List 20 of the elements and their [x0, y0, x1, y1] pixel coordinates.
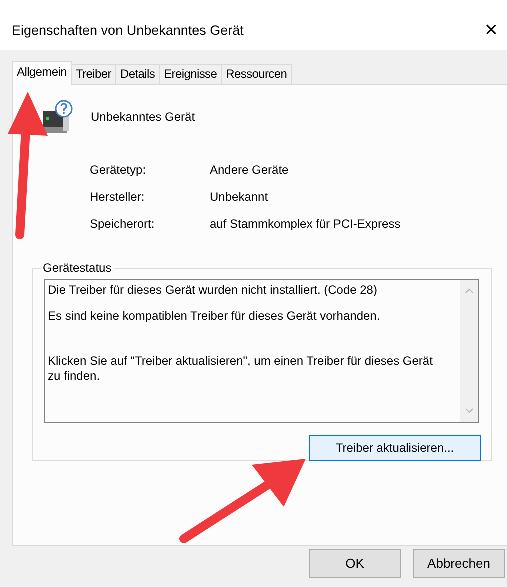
group-label: Gerätestatus [42, 261, 113, 275]
scroll-bar[interactable] [460, 280, 478, 422]
device-name: Unbekanntes Gerät [91, 110, 196, 124]
status-text-box[interactable] [44, 279, 479, 423]
tab[interactable]: Ressourcen [221, 64, 292, 84]
property-label: Gerätetyp: [90, 163, 148, 177]
update-driver-button[interactable]: Treiber aktualisieren... [309, 435, 481, 461]
status-text: Klicken Sie auf "Treiber aktualisieren", um einen Treiber für dieses Gerät zu finden. [48, 354, 434, 384]
window-title: Eigenschaften von Unbekanntes Gerät [12, 22, 244, 38]
status-text: Es sind keine kompatiblen Treiber für dieses Gerät vorhanden. [48, 309, 382, 324]
status-text: Die Treiber für dieses Gerät wurden nicht installiert. (Code 28) [48, 283, 378, 298]
cancel-button[interactable]: Abbrechen [413, 549, 505, 578]
close-button[interactable]: × [485, 19, 505, 41]
property-label: Speicherort: [90, 217, 156, 231]
property-value: Andere Geräte [210, 163, 289, 177]
property-label: Hersteller: [90, 190, 146, 204]
property-value: auf Stammkomplex für PCI-Express [210, 217, 401, 231]
property-value: Unbekannt [210, 190, 268, 204]
ok-button[interactable]: OK [309, 549, 401, 578]
tab[interactable]: Allgemein [12, 61, 72, 85]
